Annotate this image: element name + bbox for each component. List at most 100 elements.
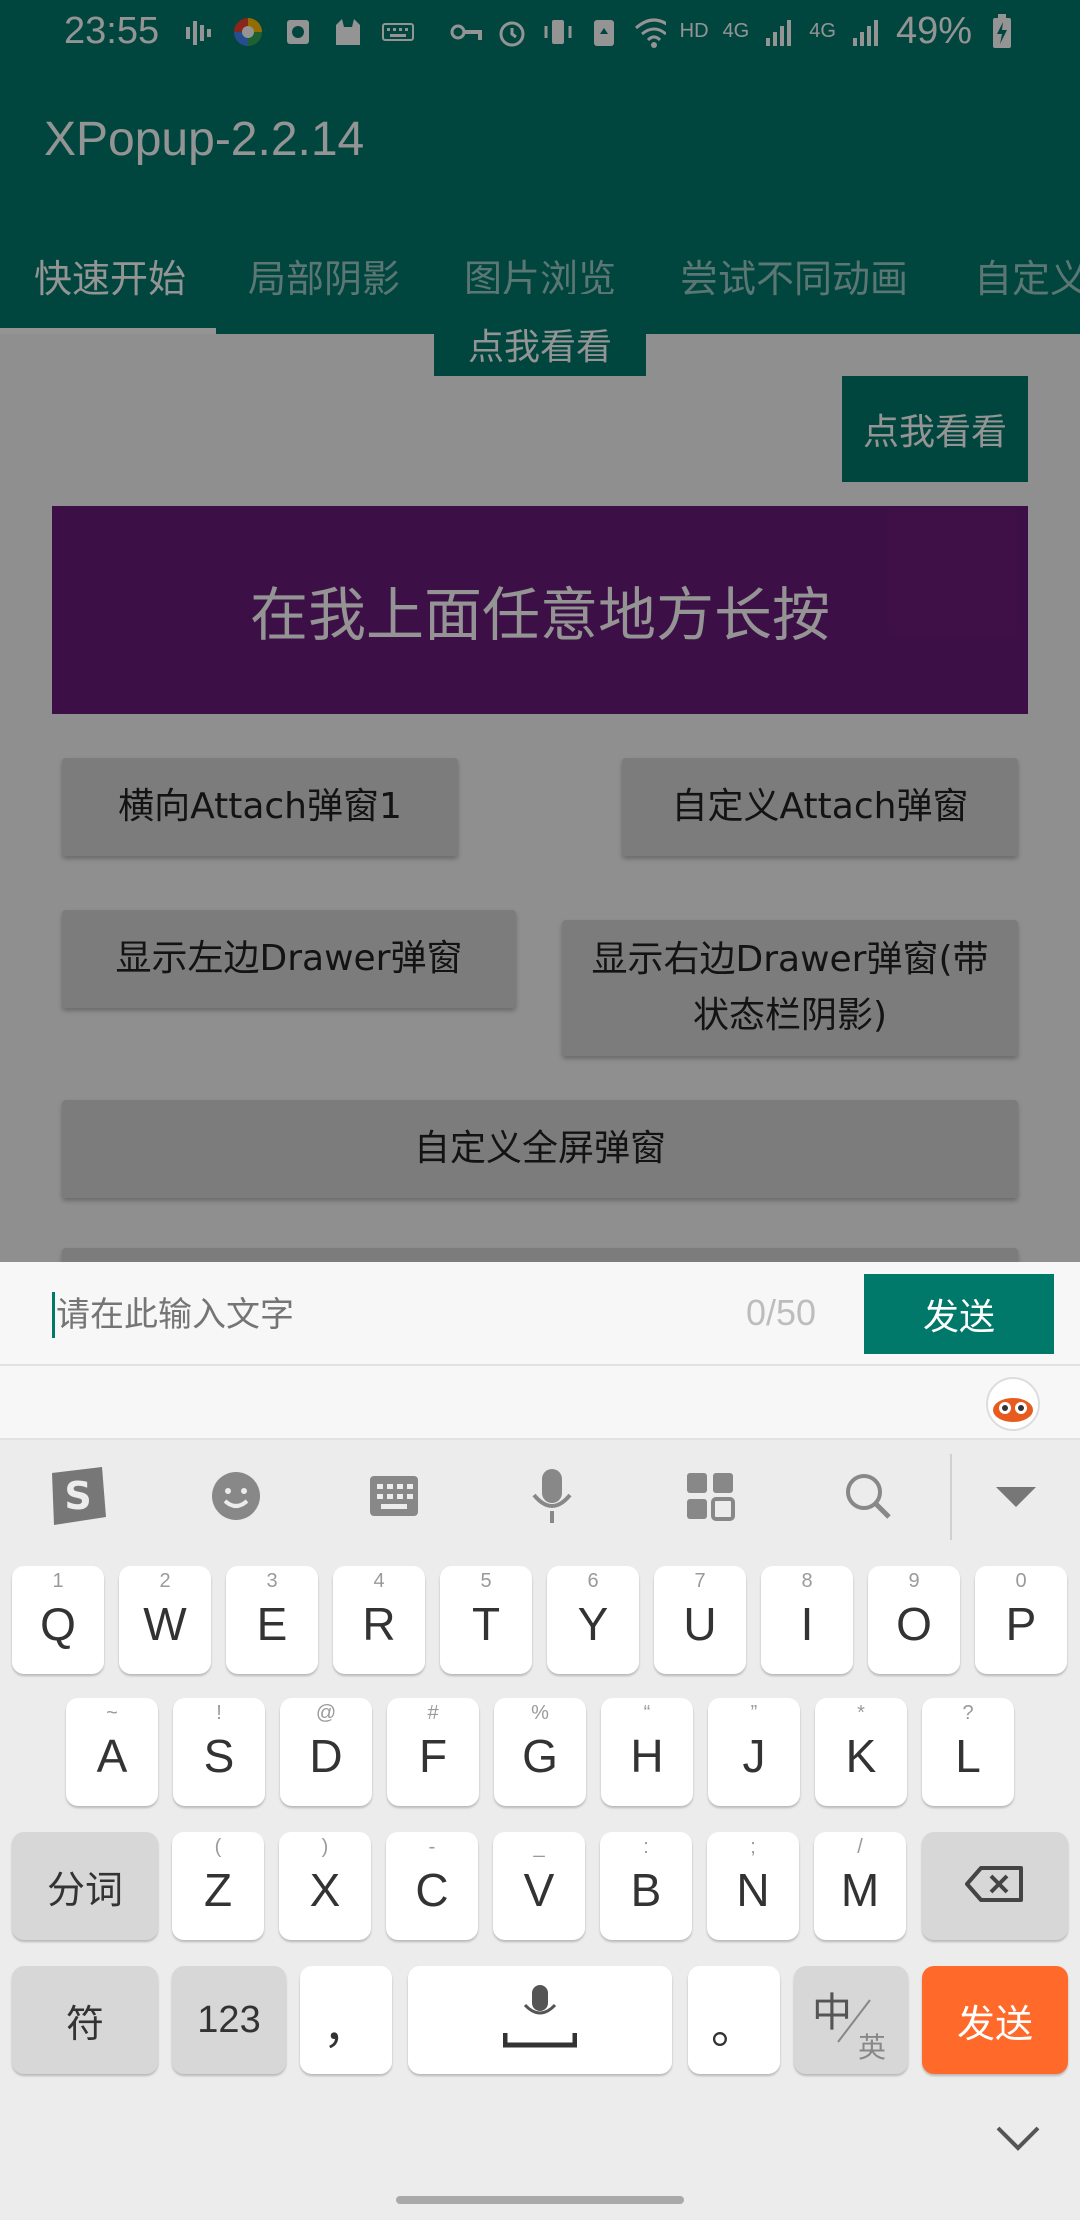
key-label: S bbox=[203, 1730, 235, 1782]
svg-text:S: S bbox=[64, 1474, 91, 1518]
hide-keyboard-icon[interactable] bbox=[984, 1464, 1048, 1528]
key-a[interactable]: ~ A bbox=[66, 1698, 158, 1806]
key-o[interactable]: 9O bbox=[868, 1566, 960, 1674]
key-secondary-label: / bbox=[857, 1836, 863, 1858]
keyboard-send-key[interactable]: 发送 bbox=[922, 1966, 1068, 2074]
keyboard-bottom-bar bbox=[0, 2084, 1080, 2220]
key-t[interactable]: 5T bbox=[440, 1566, 532, 1674]
key-label: J bbox=[742, 1730, 766, 1782]
lang-sub: 英 bbox=[858, 2031, 887, 2064]
keyboard-keys: 分词 符 123 ， 。 中 英 发送 1Q2W3E4R5T6Y7U8I9O0P… bbox=[0, 1550, 1080, 2084]
key-label: A bbox=[96, 1730, 128, 1782]
key-label: G bbox=[522, 1730, 558, 1782]
key-w[interactable]: 2W bbox=[119, 1566, 211, 1674]
key-i[interactable]: 8I bbox=[761, 1566, 853, 1674]
symbol-key[interactable]: 符 bbox=[12, 1966, 158, 2074]
space-key[interactable] bbox=[408, 1966, 672, 2074]
key-secondary-label: 2 bbox=[159, 1570, 171, 1592]
key-label: W bbox=[143, 1598, 187, 1650]
toolbar-divider bbox=[950, 1454, 952, 1540]
key-label: L bbox=[955, 1730, 981, 1782]
key-secondary-label: % bbox=[531, 1702, 549, 1724]
key-secondary-label: 6 bbox=[587, 1570, 599, 1592]
key-g[interactable]: % G bbox=[494, 1698, 586, 1806]
key-label: Y bbox=[577, 1598, 609, 1650]
key-secondary-label: 8 bbox=[801, 1570, 813, 1592]
period-key[interactable]: 。 bbox=[688, 1966, 780, 2074]
key-s[interactable]: ! S bbox=[173, 1698, 265, 1806]
key-k[interactable]: * K bbox=[815, 1698, 907, 1806]
key-c[interactable]: -C bbox=[386, 1832, 478, 1940]
apps-grid-icon[interactable] bbox=[678, 1464, 742, 1528]
search-icon[interactable] bbox=[836, 1464, 900, 1528]
key-secondary-label: 5 bbox=[480, 1570, 492, 1592]
key-secondary-label: ” bbox=[750, 1702, 758, 1724]
key-v[interactable]: _ V bbox=[493, 1832, 585, 1940]
key-b[interactable]: :B bbox=[600, 1832, 692, 1940]
key-secondary-label: # bbox=[427, 1702, 439, 1724]
key-label: Q bbox=[40, 1598, 76, 1650]
dim-overlay[interactable] bbox=[0, 0, 1080, 1262]
key-h[interactable]: “H bbox=[601, 1698, 693, 1806]
key-secondary-label: _ bbox=[533, 1836, 545, 1858]
input-row: 0/50 发送 bbox=[0, 1262, 1080, 1366]
app-screen: 23:55 HD 4G 4G 49% XPopup-2.2.14 快速开始 局部… bbox=[0, 0, 1080, 1262]
key-p[interactable]: 0P bbox=[975, 1566, 1067, 1674]
collapse-chevron-icon[interactable] bbox=[992, 2118, 1044, 2158]
microphone-icon[interactable] bbox=[520, 1464, 584, 1528]
home-indicator[interactable] bbox=[396, 2196, 684, 2204]
key-d[interactable]: @ D bbox=[280, 1698, 372, 1806]
key-label: O bbox=[896, 1598, 932, 1650]
sogou-logo-icon[interactable]: S bbox=[44, 1464, 108, 1528]
key-secondary-label: : bbox=[643, 1836, 649, 1858]
keyboard-mascot-icon[interactable] bbox=[984, 1374, 1042, 1432]
key-x[interactable]: ) X bbox=[279, 1832, 371, 1940]
key-l[interactable]: ? L bbox=[922, 1698, 1014, 1806]
send-button[interactable]: 发送 bbox=[864, 1274, 1054, 1354]
key-label: M bbox=[840, 1864, 880, 1916]
comment-input[interactable] bbox=[56, 1292, 656, 1338]
key-y[interactable]: 6Y bbox=[547, 1566, 639, 1674]
comment-input-panel: 0/50 发送 bbox=[0, 1262, 1080, 1438]
segment-key[interactable]: 分词 bbox=[12, 1832, 158, 1940]
key-label: I bbox=[800, 1598, 814, 1650]
key-secondary-label: - bbox=[428, 1836, 436, 1858]
key-label: F bbox=[418, 1730, 448, 1782]
key-secondary-label: 0 bbox=[1015, 1570, 1027, 1592]
key-secondary-label: 1 bbox=[52, 1570, 64, 1592]
text-caret bbox=[52, 1292, 55, 1338]
keyboard-layout-icon[interactable] bbox=[362, 1464, 426, 1528]
key-e[interactable]: 3E bbox=[226, 1566, 318, 1674]
key-secondary-label: 9 bbox=[908, 1570, 920, 1592]
key-secondary-label: “ bbox=[643, 1702, 651, 1724]
emoji-icon[interactable] bbox=[204, 1464, 268, 1528]
key-label: C bbox=[415, 1864, 449, 1916]
backspace-key[interactable] bbox=[922, 1832, 1068, 1940]
keyboard-toolbar: S bbox=[0, 1438, 1080, 1550]
key-secondary-label: 3 bbox=[266, 1570, 278, 1592]
language-switch-key[interactable]: 中 英 bbox=[794, 1966, 908, 2074]
key-q[interactable]: 1Q bbox=[12, 1566, 104, 1674]
key-secondary-label: ; bbox=[750, 1836, 756, 1858]
key-secondary-label: @ bbox=[315, 1702, 337, 1724]
key-label: V bbox=[523, 1864, 555, 1916]
key-label: K bbox=[845, 1730, 877, 1782]
key-secondary-label: ) bbox=[321, 1836, 329, 1858]
backspace-icon bbox=[965, 1864, 1025, 1908]
key-secondary-label: ? bbox=[962, 1702, 974, 1724]
key-f[interactable]: # F bbox=[387, 1698, 479, 1806]
key-r[interactable]: 4R bbox=[333, 1566, 425, 1674]
key-label: U bbox=[683, 1598, 717, 1650]
key-label: D bbox=[309, 1730, 343, 1782]
key-label: T bbox=[471, 1598, 501, 1650]
key-z[interactable]: (Z bbox=[172, 1832, 264, 1940]
key-m[interactable]: / M bbox=[814, 1832, 906, 1940]
key-secondary-label: ~ bbox=[106, 1702, 118, 1724]
number-key[interactable]: 123 bbox=[172, 1966, 286, 2074]
key-u[interactable]: 7U bbox=[654, 1566, 746, 1674]
key-j[interactable]: ” J bbox=[708, 1698, 800, 1806]
key-n[interactable]: ; N bbox=[707, 1832, 799, 1940]
key-label: P bbox=[1005, 1598, 1037, 1650]
comma-key[interactable]: ， bbox=[300, 1966, 392, 2074]
key-secondary-label: ! bbox=[216, 1702, 222, 1724]
